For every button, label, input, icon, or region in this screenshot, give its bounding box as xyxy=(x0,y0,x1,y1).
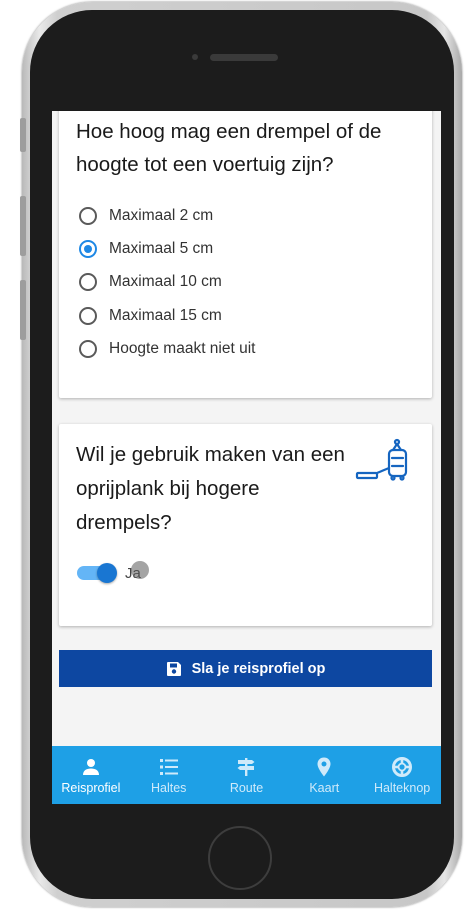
app-screen: Hoe hoog mag een drempel of de hoogte to… xyxy=(52,111,441,804)
nav-item-halteknop[interactable]: Halteknop xyxy=(363,746,441,804)
nav-item-reisprofiel[interactable]: Reisprofiel xyxy=(52,746,130,804)
ramp-question: Wil je gebruik maken van een oprijplank … xyxy=(76,443,345,534)
ramp-card: Wil je gebruik maken van een oprijplank … xyxy=(59,424,432,626)
toggle-thumb[interactable] xyxy=(97,563,117,583)
nav-item-haltes[interactable]: Haltes xyxy=(130,746,208,804)
save-icon xyxy=(166,661,181,676)
radio-button[interactable] xyxy=(79,273,97,292)
earpiece-speaker xyxy=(210,54,278,61)
nav-label: Haltes xyxy=(150,781,187,795)
radio-button-checked[interactable] xyxy=(79,240,97,259)
nav-item-route[interactable]: Route xyxy=(208,746,286,804)
nav-item-kaart[interactable]: Kaart xyxy=(285,746,363,804)
home-button[interactable] xyxy=(208,826,272,890)
nav-label: Route xyxy=(229,781,264,795)
option-max-2cm[interactable]: Maximaal 2 cm xyxy=(79,199,255,232)
volume-down-button xyxy=(20,280,26,340)
option-label: Hoogte maakt niet uit xyxy=(109,340,256,358)
front-camera xyxy=(192,54,198,60)
threshold-height-card: Hoe hoog mag een drempel of de hoogte to… xyxy=(59,111,432,398)
lifebuoy-icon xyxy=(392,757,413,777)
option-label: Maximaal 10 cm xyxy=(109,273,222,291)
toggle-ripple xyxy=(131,561,149,579)
nav-label: Kaart xyxy=(309,781,340,795)
radio-button[interactable] xyxy=(79,306,97,325)
nav-label: Reisprofiel xyxy=(61,781,121,795)
radio-button[interactable] xyxy=(79,340,97,359)
option-label: Maximaal 2 cm xyxy=(109,206,214,224)
threshold-options: Maximaal 2 cm Maximaal 5 cm Maximaal 10 … xyxy=(79,199,255,366)
bottom-navigation: Reisprofiel Haltes Route Kaart Halteknop xyxy=(52,746,441,804)
signpost-icon xyxy=(237,758,255,776)
person-icon xyxy=(82,759,99,775)
mute-switch xyxy=(20,118,26,152)
list-icon xyxy=(159,759,178,775)
option-label: Maximaal 15 cm xyxy=(109,306,222,324)
option-max-10cm[interactable]: Maximaal 10 cm xyxy=(79,266,255,299)
ramp-vehicle-icon xyxy=(355,438,408,481)
threshold-question: Hoe hoog mag een drempel of de hoogte to… xyxy=(76,120,382,176)
option-label: Maximaal 5 cm xyxy=(109,240,214,258)
save-profile-button[interactable]: Sla je reisprofiel op xyxy=(59,650,432,687)
option-height-irrelevant[interactable]: Hoogte maakt niet uit xyxy=(79,333,255,366)
save-button-label: Sla je reisprofiel op xyxy=(191,660,326,677)
radio-button[interactable] xyxy=(79,206,97,225)
nav-label: Halteknop xyxy=(373,781,431,795)
ramp-toggle[interactable]: Ja xyxy=(77,558,149,588)
option-max-5cm[interactable]: Maximaal 5 cm xyxy=(79,232,255,265)
map-pin-icon xyxy=(317,757,331,777)
option-max-15cm[interactable]: Maximaal 15 cm xyxy=(79,299,255,332)
volume-up-button xyxy=(20,196,26,256)
